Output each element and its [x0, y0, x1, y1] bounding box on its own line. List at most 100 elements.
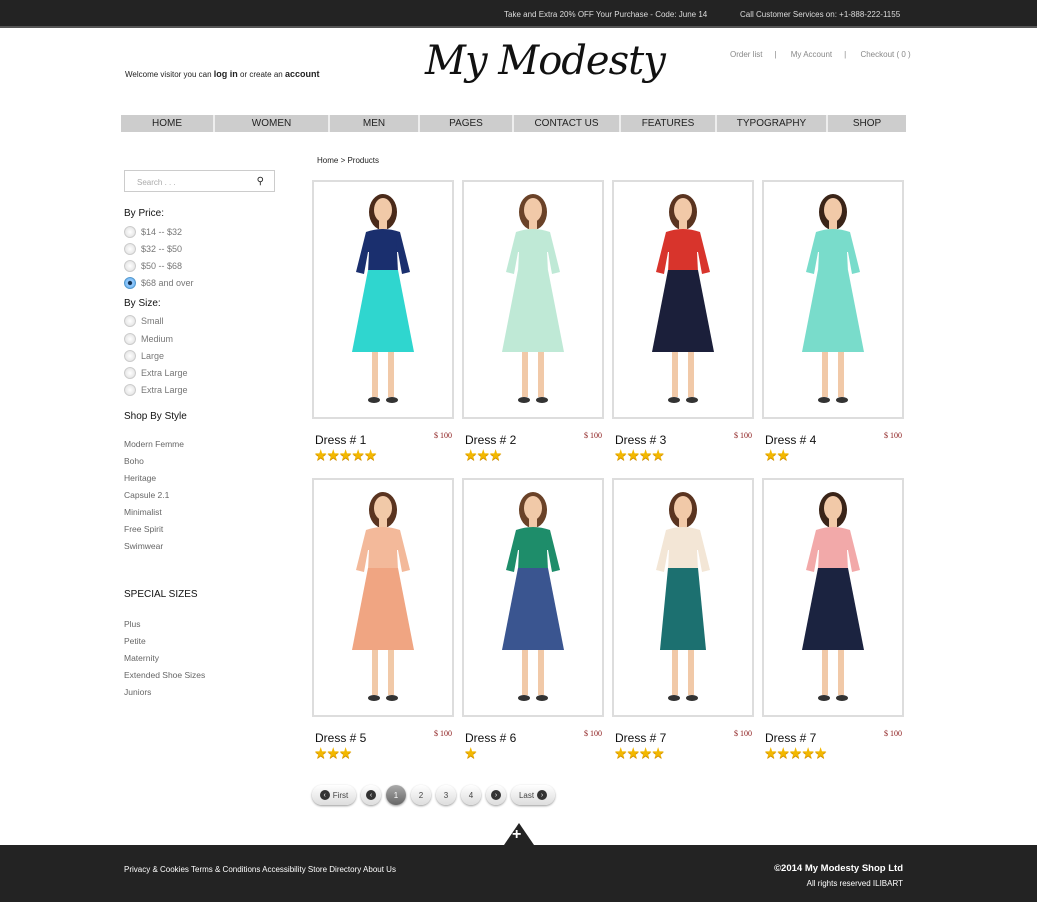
star-icon: ★: [326, 447, 339, 464]
main-nav: HOME WOMEN MEN PAGES CONTACT US FEATURES…: [121, 115, 906, 132]
product-card[interactable]: Dress # 5 $ 100 ★★★: [312, 478, 454, 762]
nav-pages[interactable]: PAGES: [420, 115, 514, 132]
radio-button[interactable]: [124, 384, 136, 397]
product-title[interactable]: Dress # 4: [765, 433, 816, 447]
nav-home[interactable]: HOME: [121, 115, 215, 132]
page-4-button[interactable]: 4: [461, 785, 481, 805]
product-price: $ 100: [434, 729, 452, 738]
page-3-button[interactable]: 3: [436, 785, 456, 805]
product-image[interactable]: [762, 478, 904, 717]
radio-button[interactable]: [124, 332, 136, 345]
next-page-button[interactable]: ›: [486, 785, 506, 805]
special-heading: SPECIAL SIZES: [124, 588, 198, 600]
nav-features[interactable]: FEATURES: [621, 115, 717, 132]
star-icon: ★: [764, 447, 777, 464]
radio-button[interactable]: [124, 277, 136, 290]
product-image[interactable]: [462, 478, 604, 717]
product-title[interactable]: Dress # 5: [315, 731, 366, 745]
radio-option[interactable]: Medium: [124, 330, 284, 347]
star-icon: ★: [338, 447, 352, 464]
radio-label: Extra Large: [141, 367, 188, 378]
radio-button[interactable]: [124, 225, 136, 238]
sidebar-link[interactable]: Plus: [124, 616, 284, 633]
product-image[interactable]: [762, 180, 904, 419]
radio-option[interactable]: $14 -- $32: [124, 223, 284, 240]
star-icon: ★: [464, 447, 477, 464]
sidebar-link[interactable]: Minimalist: [124, 504, 284, 521]
first-label: First: [332, 790, 349, 800]
radio-option[interactable]: Large: [124, 347, 284, 364]
chevron-right-icon: ›: [537, 790, 548, 800]
radio-option[interactable]: $32 -- $50: [124, 240, 284, 257]
product-card[interactable]: Dress # 6 $ 100 ★: [462, 478, 604, 762]
sidebar-link[interactable]: Capsule 2.1: [124, 487, 284, 504]
breadcrumb: Home > Products: [317, 156, 380, 165]
product-title[interactable]: Dress # 1: [315, 433, 366, 447]
radio-button[interactable]: [124, 242, 136, 255]
star-icon: ★: [363, 447, 377, 464]
nav-women[interactable]: WOMEN: [215, 115, 330, 132]
account-link[interactable]: account: [285, 69, 320, 79]
sidebar-link[interactable]: Boho: [124, 453, 284, 470]
sidebar-link[interactable]: Free Spirit: [124, 521, 284, 538]
rights-text: All rights reserved ILIBART: [806, 879, 903, 888]
product-title[interactable]: Dress # 7: [765, 731, 816, 745]
nav-contact[interactable]: CONTACT US: [514, 115, 621, 132]
first-page-button[interactable]: ‹ First: [312, 785, 356, 805]
radio-label: $14 -- $32: [141, 226, 183, 237]
nav-men[interactable]: MEN: [330, 115, 420, 132]
radio-button[interactable]: [124, 349, 136, 362]
sidebar-link[interactable]: Juniors: [124, 684, 284, 701]
product-image[interactable]: [612, 180, 754, 419]
sidebar-link[interactable]: Petite: [124, 633, 284, 650]
product-title[interactable]: Dress # 7: [615, 731, 666, 745]
product-card[interactable]: Dress # 4 $ 100 ★★: [762, 180, 904, 464]
logo[interactable]: My Modesty: [425, 38, 666, 84]
copyright: ©2014 My Modesty Shop Ltd: [774, 863, 903, 874]
prev-page-button[interactable]: ‹: [361, 785, 381, 805]
product-card[interactable]: Dress # 2 $ 100 ★★★: [462, 180, 604, 464]
radio-button[interactable]: [124, 366, 136, 379]
style-heading: Shop By Style: [124, 410, 187, 422]
product-image[interactable]: [312, 478, 454, 717]
nav-shop[interactable]: SHOP: [828, 115, 906, 132]
page-1-button[interactable]: 1: [386, 785, 406, 805]
nav-typography[interactable]: TYPOGRAPHY: [717, 115, 828, 132]
product-title[interactable]: Dress # 3: [615, 433, 666, 447]
star-icon: ★: [326, 745, 339, 762]
product-card[interactable]: Dress # 3 $ 100 ★★★★: [612, 180, 754, 464]
radio-option[interactable]: Extra Large: [124, 382, 284, 399]
plus-icon[interactable]: +: [512, 826, 521, 844]
product-card[interactable]: Dress # 7 $ 100 ★★★★: [612, 478, 754, 762]
product-image[interactable]: [312, 180, 454, 419]
product-card[interactable]: Dress # 7 $ 100 ★★★★★: [762, 478, 904, 762]
radio-option[interactable]: Small: [124, 313, 284, 330]
product-title[interactable]: Dress # 6: [465, 731, 516, 745]
sidebar-link[interactable]: Maternity: [124, 650, 284, 667]
product-title[interactable]: Dress # 2: [465, 433, 516, 447]
sidebar-link[interactable]: Extended Shoe Sizes: [124, 667, 284, 684]
order-list-link[interactable]: Order list: [730, 50, 762, 59]
product-price: $ 100: [584, 729, 602, 738]
product-image[interactable]: [612, 478, 754, 717]
radio-option[interactable]: Extra Large: [124, 364, 284, 381]
search-input[interactable]: Search . . . ⚲: [124, 170, 275, 192]
radio-button[interactable]: [124, 259, 136, 272]
sidebar-link[interactable]: Heritage: [124, 470, 284, 487]
product-card[interactable]: Dress # 1 $ 100 ★★★★★: [312, 180, 454, 464]
search-icon[interactable]: ⚲: [257, 176, 264, 187]
radio-option[interactable]: $68 and over: [124, 275, 284, 292]
footer-links[interactable]: Privacy & Cookies Terms & Conditions Acc…: [124, 865, 396, 874]
my-account-link[interactable]: My Account: [791, 50, 832, 59]
product-image[interactable]: [462, 180, 604, 419]
radio-option[interactable]: $50 -- $68: [124, 257, 284, 274]
last-page-button[interactable]: Last ›: [511, 785, 555, 805]
checkout-link[interactable]: Checkout ( 0 ): [860, 50, 910, 59]
product-price: $ 100: [584, 431, 602, 440]
star-icon: ★: [614, 745, 627, 762]
page-2-button[interactable]: 2: [411, 785, 431, 805]
sidebar-link[interactable]: Modern Femme: [124, 436, 284, 453]
radio-button[interactable]: [124, 315, 136, 328]
login-link[interactable]: log in: [214, 69, 238, 79]
sidebar-link[interactable]: Swimwear: [124, 538, 284, 555]
